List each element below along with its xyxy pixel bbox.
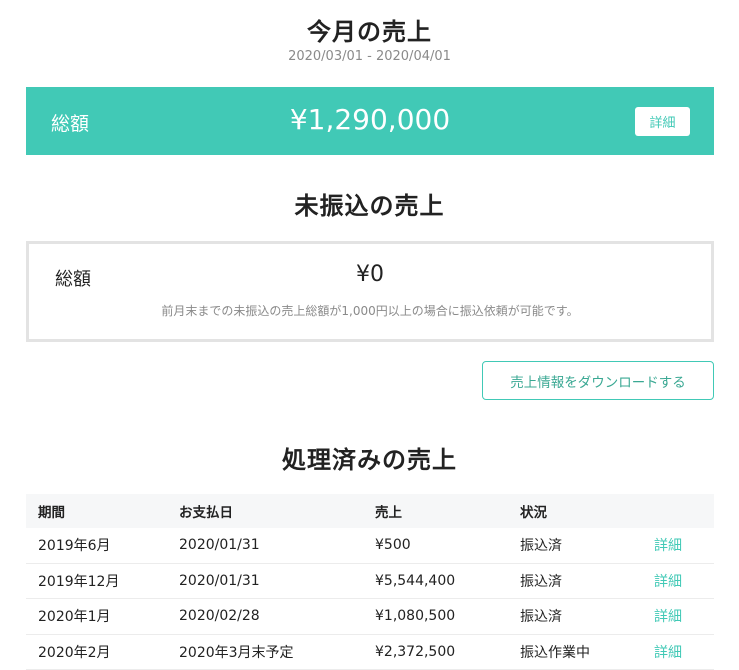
month-sales-title: 今月の売上 xyxy=(307,18,432,46)
row-period: 2019年12月 xyxy=(38,573,120,590)
table-header: 期間 お支払日 売上 状況 xyxy=(26,494,714,528)
row-pay-date: 2020年3月末予定 xyxy=(179,644,294,661)
row-detail-link[interactable]: 詳細 xyxy=(654,599,682,634)
row-period: 2020年1月 xyxy=(38,609,111,626)
unpaid-total-amount: ¥0 xyxy=(356,262,384,287)
header-pay-date: お支払日 xyxy=(179,505,233,521)
row-pay-date: 2020/02/28 xyxy=(179,608,260,625)
row-amount: ¥5,544,400 xyxy=(375,572,456,589)
unpaid-note: 前月末までの未振込の売上総額が1,000円以上の場合に振込依頼が可能です。 xyxy=(161,304,579,318)
table-row: 2020年2月 2020年3月末予定 ¥2,372,500 振込作業中 詳細 xyxy=(26,635,714,670)
header-amount: 売上 xyxy=(375,505,402,521)
row-status: 振込作業中 xyxy=(520,644,590,661)
header-period: 期間 xyxy=(38,505,65,521)
unpaid-sales-title: 未振込の売上 xyxy=(294,192,445,220)
row-pay-date: 2020/01/31 xyxy=(179,572,260,589)
download-sales-button[interactable]: 売上情報をダウンロードする xyxy=(482,361,714,400)
processed-sales-title: 処理済みの売上 xyxy=(282,446,457,474)
row-amount: ¥1,080,500 xyxy=(375,608,456,625)
processed-sales-table: 期間 お支払日 売上 状況 2019年6月 2020/01/31 ¥500 振込… xyxy=(26,494,714,670)
month-total-label: 総額 xyxy=(51,113,90,135)
month-detail-button[interactable]: 詳細 xyxy=(635,107,690,136)
table-row: 2020年1月 2020/02/28 ¥1,080,500 振込済 詳細 xyxy=(26,599,714,635)
row-status: 振込済 xyxy=(520,573,562,590)
row-detail-link[interactable]: 詳細 xyxy=(654,564,682,599)
month-total-amount: ¥1,290,000 xyxy=(289,103,451,136)
row-amount: ¥2,372,500 xyxy=(375,643,456,660)
table-row: 2019年6月 2020/01/31 ¥500 振込済 詳細 xyxy=(26,528,714,564)
unpaid-total-box: 総額 ¥0 前月末までの未振込の売上総額が1,000円以上の場合に振込依頼が可能… xyxy=(26,241,714,342)
row-detail-link[interactable]: 詳細 xyxy=(654,528,682,563)
row-amount: ¥500 xyxy=(375,537,411,554)
month-total-bar: 総額 ¥1,290,000 詳細 xyxy=(26,87,714,155)
header-status: 状況 xyxy=(520,505,547,521)
table-row: 2019年12月 2020/01/31 ¥5,544,400 振込済 詳細 xyxy=(26,564,714,599)
date-range: 2020/03/01 - 2020/04/01 xyxy=(288,49,451,64)
row-period: 2019年6月 xyxy=(38,538,111,555)
row-detail-link[interactable]: 詳細 xyxy=(654,635,682,670)
row-pay-date: 2020/01/31 xyxy=(179,537,260,554)
row-status: 振込済 xyxy=(520,609,562,626)
row-period: 2020年2月 xyxy=(38,644,111,661)
row-status: 振込済 xyxy=(520,538,562,555)
